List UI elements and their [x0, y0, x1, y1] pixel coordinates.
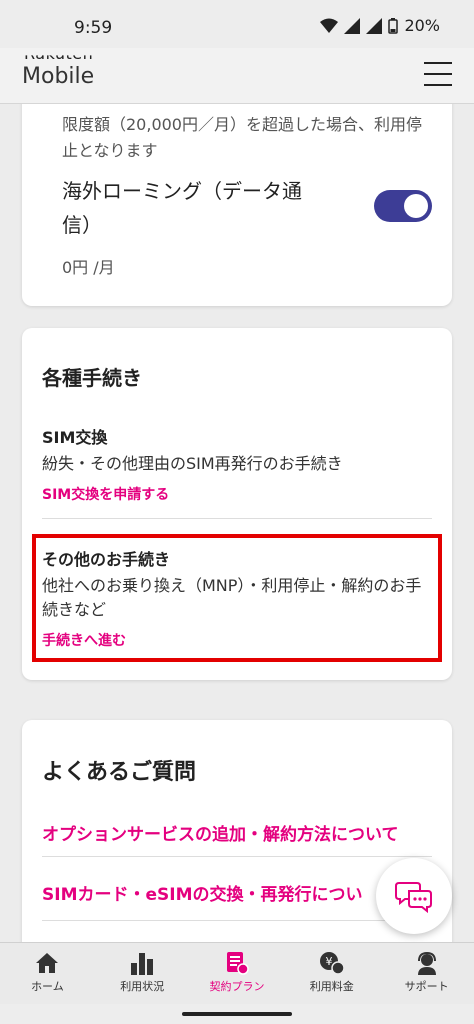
other-procedures-desc: 他社へのお乗り換え（MNP）・利用停止・解約のお手続きなど [42, 576, 422, 619]
battery-percent: 20% [404, 16, 440, 35]
plan-icon [226, 952, 249, 975]
roaming-card: 限度額（20,000円／月）を超過した場合、利用停止となります 海外ローミング（… [22, 104, 452, 306]
chat-support-button[interactable] [376, 858, 452, 934]
yen-icon: ¥ [319, 952, 345, 975]
faq-link-option-service[interactable]: オプションサービスの追加・解約方法について [42, 820, 399, 845]
procedures-title: 各種手続き [42, 366, 142, 390]
home-icon [36, 953, 59, 973]
signal-icon [344, 17, 361, 34]
nav-home[interactable]: ホーム [0, 943, 95, 1004]
sim-swap-desc: 紛失・その他理由のSIM再発行のお手続き [42, 454, 343, 473]
menu-line-icon [424, 73, 452, 75]
app-header: Rakuten Mobile [0, 48, 474, 104]
main-content[interactable]: 限度額（20,000円／月）を超過した場合、利用停止となります 海外ローミング（… [0, 104, 474, 942]
roaming-label: 海外ローミング（データ通信） [62, 179, 302, 237]
nav-plan[interactable]: 契約プラン [190, 943, 285, 1004]
divider [42, 856, 432, 857]
toggle-knob [404, 194, 428, 218]
roaming-limit-note: 限度額（20,000円／月）を超過した場合、利用停止となります [62, 115, 422, 160]
support-icon [417, 951, 436, 975]
gesture-handle[interactable] [182, 1012, 292, 1016]
roaming-toggle[interactable] [374, 190, 432, 222]
sim-swap-link[interactable]: SIM交換を申請する [42, 484, 169, 504]
nav-label-support: サポート [404, 980, 449, 993]
nav-usage[interactable]: 利用状況 [95, 943, 190, 1004]
divider [42, 920, 432, 921]
gesture-bar [0, 1004, 474, 1024]
signal-icon-2 [366, 17, 383, 34]
other-procedures-title: その他のお手続き [42, 550, 171, 569]
procedures-card: 各種手続き SIM交換 紛失・その他理由のSIM再発行のお手続き SIM交換を申… [22, 328, 452, 680]
hamburger-menu-button[interactable] [424, 62, 452, 88]
nav-label-usage: 利用状況 [120, 980, 165, 993]
other-procedures-link[interactable]: 手続きへ進む [42, 630, 126, 650]
roaming-price: 0円 /月 [62, 258, 115, 277]
nav-label-home: ホーム [31, 980, 64, 993]
status-icons: 20% [320, 16, 440, 35]
nav-label-fees: 利用料金 [309, 980, 354, 993]
bar-chart-icon [131, 953, 154, 975]
menu-line-icon [424, 84, 452, 86]
svg-text:¥: ¥ [325, 955, 332, 968]
status-bar: 9:59 20% [0, 0, 474, 48]
status-time: 9:59 [74, 18, 113, 38]
nav-label-plan: 契約プラン [209, 980, 265, 993]
divider [42, 518, 432, 519]
nav-support[interactable]: サポート [379, 943, 474, 1004]
menu-line-icon [424, 62, 452, 64]
wifi-icon [320, 18, 339, 33]
faq-link-sim-reissue[interactable]: SIMカード・eSIMの交換・再発行につい [42, 880, 363, 905]
bottom-nav: ホーム 利用状況 契約プラン ¥ 利用料金 サポート [0, 942, 474, 1004]
faq-title: よくあるご質問 [42, 760, 197, 785]
logo-mobile[interactable]: Mobile [22, 64, 94, 89]
chat-bubble-icon [395, 882, 432, 913]
battery-icon [388, 17, 399, 34]
sim-swap-title: SIM交換 [42, 428, 108, 447]
nav-fees[interactable]: ¥ 利用料金 [284, 943, 379, 1004]
